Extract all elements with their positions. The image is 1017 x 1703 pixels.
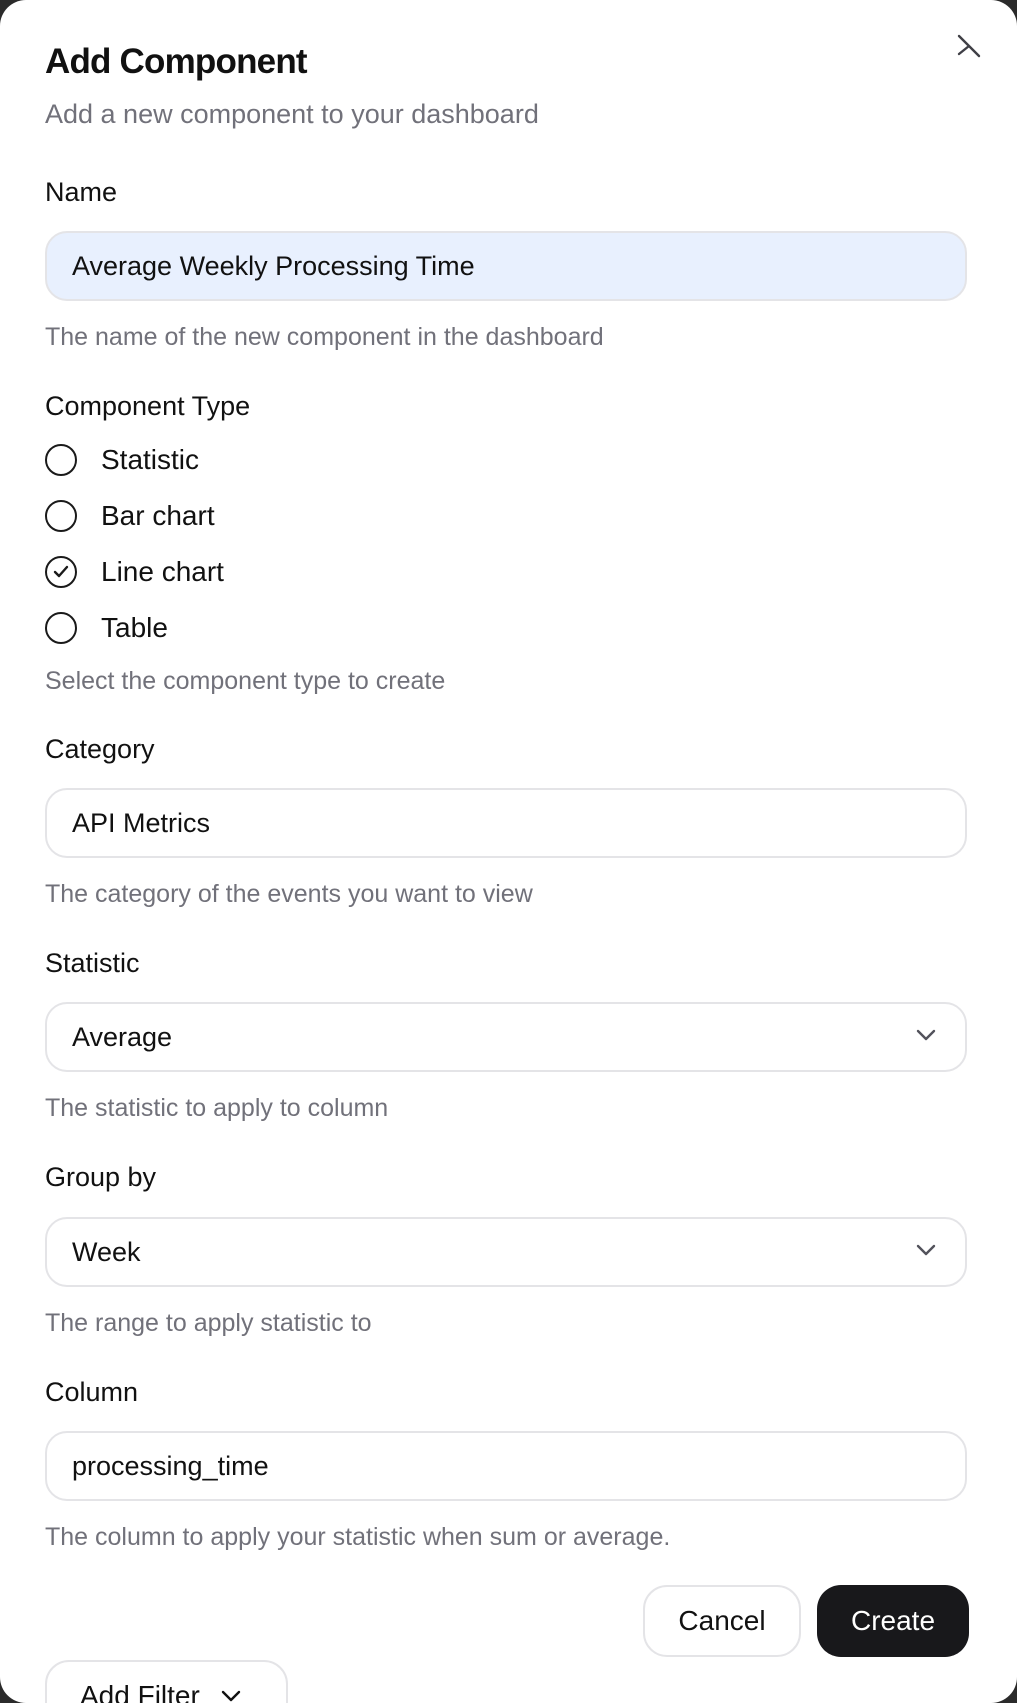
name-input-value: Average Weekly Processing Time [72,251,475,281]
radio-label: Table [101,612,168,643]
column-input-value: processing_time [72,1451,269,1481]
radio-label: Bar chart [101,500,215,531]
radio-label: Line chart [101,556,224,587]
add-filter-button[interactable]: Add Filter [45,1660,288,1703]
radio-circle-icon [45,500,77,532]
radio-circle-icon [45,612,77,644]
dialog-title: Add Component [45,42,308,81]
statistic-label: Statistic [45,948,140,978]
radio-table[interactable]: Table [45,610,168,646]
name-label: Name [45,177,118,207]
radio-statistic[interactable]: Statistic [45,442,199,478]
group-by-select[interactable]: Week [45,1217,967,1287]
chevron-down-icon [916,1244,936,1256]
close-icon [957,34,981,58]
category-input[interactable]: API Metrics [45,788,967,858]
name-hint: The name of the new component in the das… [45,323,604,351]
add-component-dialog: Add Component Add a new component to you… [0,0,1017,1703]
radio-checked-icon [45,556,77,588]
group-by-hint: The range to apply statistic to [45,1309,372,1337]
radio-line-chart[interactable]: Line chart [45,554,224,590]
close-button[interactable] [955,32,981,58]
column-input[interactable]: processing_time [45,1431,967,1501]
statistic-hint: The statistic to apply to column [45,1094,389,1122]
dialog-subtitle: Add a new component to your dashboard [45,99,539,129]
column-hint: The column to apply your statistic when … [45,1523,671,1551]
group-by-label: Group by [45,1162,157,1192]
component-type-label: Component Type [45,391,251,421]
radio-circle-icon [45,444,77,476]
chevron-down-icon [221,1690,241,1702]
radio-label: Statistic [101,444,200,475]
column-label: Column [45,1377,139,1407]
component-type-hint: Select the component type to create [45,667,446,695]
create-button[interactable]: Create [817,1585,969,1657]
chevron-down-icon [916,1029,936,1041]
add-filter-label: Add Filter [80,1680,200,1703]
category-label: Category [45,734,155,764]
cancel-button[interactable]: Cancel [643,1585,801,1657]
name-input[interactable]: Average Weekly Processing Time [45,231,967,301]
category-hint: The category of the events you want to v… [45,880,533,908]
statistic-select[interactable]: Average [45,1002,967,1072]
category-input-value: API Metrics [72,808,211,838]
radio-bar-chart[interactable]: Bar chart [45,498,215,534]
group-by-select-value: Week [72,1237,141,1267]
statistic-select-value: Average [72,1022,173,1052]
